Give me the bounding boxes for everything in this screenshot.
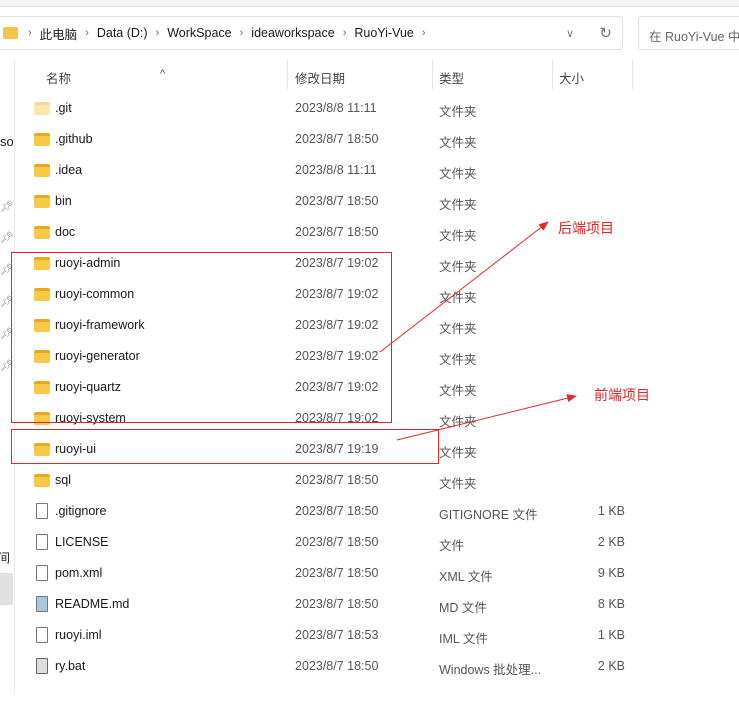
backend-arrow	[379, 221, 549, 353]
frontend-label: 前端项目	[594, 387, 650, 403]
frontend-arrow	[396, 394, 577, 441]
annotation-arrows	[379, 221, 577, 441]
backend-label: 后端项目	[558, 220, 614, 236]
